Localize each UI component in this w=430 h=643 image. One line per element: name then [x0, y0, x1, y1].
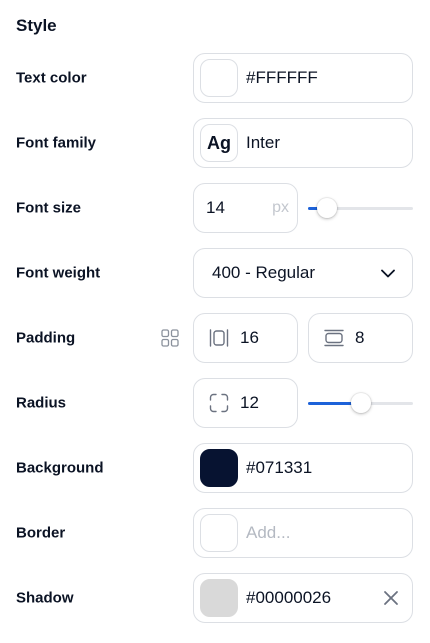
- padding-label: Padding: [16, 329, 76, 347]
- border-field[interactable]: Add...: [193, 508, 413, 558]
- font-family-label: Font family: [16, 134, 97, 152]
- font-size-slider[interactable]: [308, 183, 413, 233]
- font-size-unit: px: [272, 199, 289, 216]
- shadow-value[interactable]: #00000026: [246, 588, 331, 608]
- text-color-label: Text color: [16, 69, 87, 87]
- font-family-row: Font family Ag Inter: [0, 118, 430, 168]
- border-label: Border: [16, 524, 66, 542]
- vertical-padding-icon: [323, 327, 345, 349]
- text-color-value[interactable]: #FFFFFF: [246, 68, 318, 88]
- font-weight-select[interactable]: 400 - Regular: [193, 248, 413, 298]
- section-title: Style: [16, 16, 57, 35]
- shadow-field[interactable]: #00000026: [193, 573, 413, 623]
- slider-thumb[interactable]: [317, 198, 337, 218]
- chevron-down-icon[interactable]: [380, 265, 396, 281]
- shadow-label: Shadow: [16, 589, 74, 607]
- shadow-swatch[interactable]: [200, 579, 238, 617]
- radius-row: Radius 12: [0, 378, 430, 428]
- background-swatch[interactable]: [200, 449, 238, 487]
- radius-label: Radius: [16, 394, 67, 412]
- font-size-label: Font size: [16, 199, 82, 217]
- individual-padding-icon[interactable]: [161, 329, 179, 347]
- font-size-row: Font size 14 px: [0, 183, 430, 233]
- background-value[interactable]: #071331: [246, 458, 312, 478]
- background-field[interactable]: #071331: [193, 443, 413, 493]
- close-icon[interactable]: [382, 589, 400, 607]
- border-row: Border Add...: [0, 508, 430, 558]
- font-weight-value[interactable]: 400 - Regular: [212, 263, 380, 283]
- shadow-row: Shadow #00000026: [0, 573, 430, 623]
- padding-row: Padding 16 8: [0, 313, 430, 363]
- corner-radius-icon: [208, 392, 230, 414]
- radius-field[interactable]: 12: [193, 378, 298, 428]
- horizontal-padding-icon: [208, 327, 230, 349]
- font-size-input[interactable]: 14: [206, 198, 272, 218]
- radius-slider[interactable]: [308, 378, 413, 428]
- font-family-field[interactable]: Ag Inter: [193, 118, 413, 168]
- font-size-field[interactable]: 14 px: [193, 183, 298, 233]
- padding-horizontal-field[interactable]: 16: [193, 313, 298, 363]
- background-label: Background: [16, 459, 104, 477]
- text-color-field[interactable]: #FFFFFF: [193, 53, 413, 103]
- border-input[interactable]: Add...: [246, 523, 290, 543]
- font-family-value[interactable]: Inter: [246, 133, 280, 153]
- border-swatch[interactable]: [200, 514, 238, 552]
- font-weight-row: Font weight 400 - Regular: [0, 248, 430, 298]
- font-preview-icon: Ag: [200, 124, 238, 162]
- slider-thumb[interactable]: [351, 393, 371, 413]
- radius-input[interactable]: 12: [240, 393, 259, 413]
- background-row: Background #071331: [0, 443, 430, 493]
- padding-vertical-field[interactable]: 8: [308, 313, 413, 363]
- padding-vertical-input[interactable]: 8: [355, 328, 364, 348]
- padding-horizontal-input[interactable]: 16: [240, 328, 259, 348]
- font-weight-label: Font weight: [16, 264, 101, 282]
- text-color-row: Text color #FFFFFF: [0, 53, 430, 103]
- text-color-swatch[interactable]: [200, 59, 238, 97]
